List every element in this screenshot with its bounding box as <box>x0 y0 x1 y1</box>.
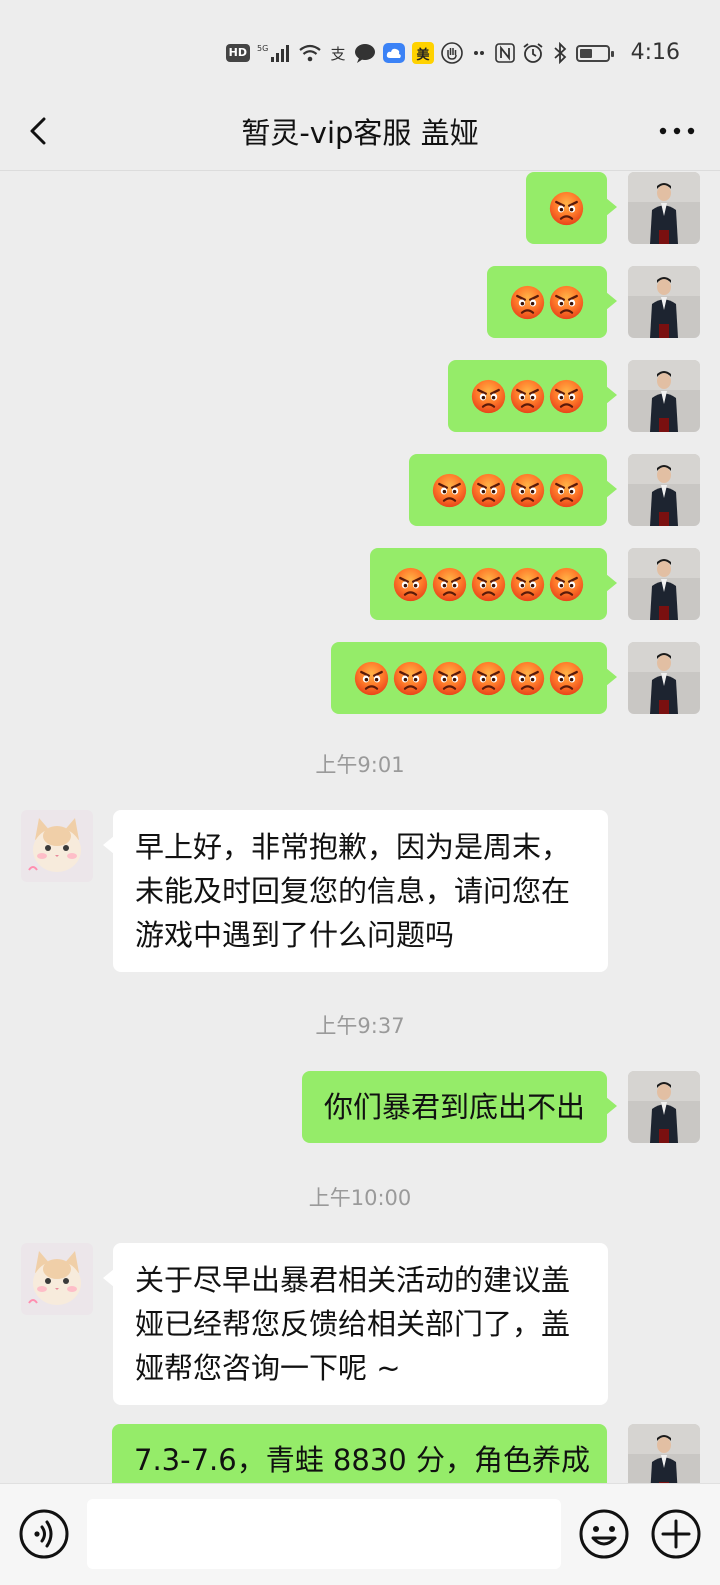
angry-face-icon <box>548 660 585 697</box>
my-avatar[interactable] <box>628 548 700 620</box>
angry-face-icon <box>548 566 585 603</box>
cloud-icon <box>383 43 405 63</box>
alipay-icon: 支 <box>330 44 346 63</box>
angry-face-icon <box>509 660 546 697</box>
more-dots-icon <box>659 127 695 135</box>
message-row: 关于尽早出暴君相关活动的建议盖娅已经帮您反馈给相关部门了，盖娅帮您咨询一下呢 ~ <box>0 1243 720 1405</box>
timestamp: 上午10:00 <box>308 1186 412 1210</box>
voice-button[interactable] <box>18 1508 70 1560</box>
my-avatar[interactable] <box>628 642 700 714</box>
message-row <box>0 266 720 338</box>
my-avatar[interactable] <box>628 454 700 526</box>
signal-icon: 5G <box>257 41 291 65</box>
my-avatar[interactable] <box>628 360 700 432</box>
angry-face-icon <box>509 472 546 509</box>
angry-face-icon <box>431 472 468 509</box>
angry-face-icon <box>431 566 468 603</box>
message-row <box>0 172 720 244</box>
nfc-icon <box>495 41 515 65</box>
agent-avatar[interactable] <box>21 810 93 882</box>
wifi-icon <box>298 41 322 65</box>
emoji-message-6[interactable] <box>331 642 617 714</box>
chat-title: 暂灵-vip客服 盖娅 <box>241 116 479 150</box>
angry-face-icon <box>470 472 507 509</box>
more-button[interactable] <box>652 111 702 151</box>
agent-message-2[interactable]: 关于尽早出暴君相关活动的建议盖娅已经帮您反馈给相关部门了，盖娅帮您咨询一下呢 ~ <box>103 1243 608 1405</box>
message-input[interactable] <box>87 1499 561 1569</box>
my-avatar[interactable] <box>628 266 700 338</box>
emoji-message-2[interactable] <box>487 266 617 338</box>
meituan-icon: 美 <box>412 42 434 64</box>
my-avatar[interactable] <box>628 172 700 244</box>
smiley-icon <box>579 1509 629 1559</box>
angry-face-icon <box>509 378 546 415</box>
emoji-message-1[interactable] <box>526 172 617 244</box>
message-row: 你们暴君到底出不出 <box>0 1071 720 1143</box>
plus-icon <box>651 1509 701 1559</box>
status-bar: HD 5G 支 美 4:16 <box>0 0 720 95</box>
voice-icon <box>19 1509 69 1559</box>
angry-face-icon <box>431 660 468 697</box>
status-time: 4:16 <box>630 40 680 65</box>
timestamp: 上午9:37 <box>315 1014 405 1038</box>
bluetooth-icon <box>551 41 569 65</box>
emoji-message-4[interactable] <box>409 454 617 526</box>
message-row: 7.3-7.6，青蛙 8830 分，角色养成 <box>0 1424 720 1483</box>
chat-bubble-icon <box>354 41 376 65</box>
agent-message-1[interactable]: 早上好，非常抱歉，因为是周末，未能及时回复您的信息，请问您在游戏中遇到了什么问题… <box>103 810 608 972</box>
angry-face-icon <box>548 190 585 227</box>
angry-face-icon <box>392 566 429 603</box>
chat-messages[interactable]: 上午9:01 早上好，非常抱歉，因为是周末，未能及时回复您的信息，请问您在游戏中… <box>0 171 720 1483</box>
my-avatar[interactable] <box>628 1071 700 1143</box>
chat-header: 暂灵-vip客服 盖娅 <box>0 95 720 171</box>
timestamp: 上午9:01 <box>315 753 405 777</box>
status-icons: HD 5G 支 美 <box>225 38 614 68</box>
svg-text:5G: 5G <box>257 44 268 53</box>
message-row <box>0 548 720 620</box>
angry-face-icon <box>470 378 507 415</box>
plus-button[interactable] <box>650 1508 702 1560</box>
my-avatar[interactable] <box>628 1424 700 1483</box>
emoji-message-3[interactable] <box>448 360 617 432</box>
angry-face-icon <box>509 566 546 603</box>
message-row <box>0 642 720 714</box>
angry-face-icon <box>548 472 585 509</box>
user-message-1[interactable]: 你们暴君到底出不出 <box>301 1071 618 1143</box>
hd-icon: HD <box>225 44 250 62</box>
agent-avatar[interactable] <box>21 1243 93 1315</box>
hand-icon <box>441 41 463 65</box>
angry-face-icon <box>509 284 546 321</box>
angry-face-icon <box>548 284 585 321</box>
emoji-button[interactable] <box>578 1508 630 1560</box>
user-message-2[interactable]: 7.3-7.6，青蛙 8830 分，角色养成 <box>112 1424 607 1483</box>
angry-face-icon <box>392 660 429 697</box>
dots-icon <box>470 41 488 65</box>
message-row: 早上好，非常抱歉，因为是周末，未能及时回复您的信息，请问您在游戏中遇到了什么问题… <box>0 810 720 972</box>
angry-face-icon <box>470 566 507 603</box>
angry-face-icon <box>548 378 585 415</box>
angry-face-icon <box>353 660 390 697</box>
message-row <box>0 360 720 432</box>
battery-icon <box>576 41 614 65</box>
emoji-message-5[interactable] <box>370 548 617 620</box>
angry-face-icon <box>470 660 507 697</box>
message-row <box>0 454 720 526</box>
alarm-icon <box>522 41 544 65</box>
input-bar <box>0 1483 720 1585</box>
